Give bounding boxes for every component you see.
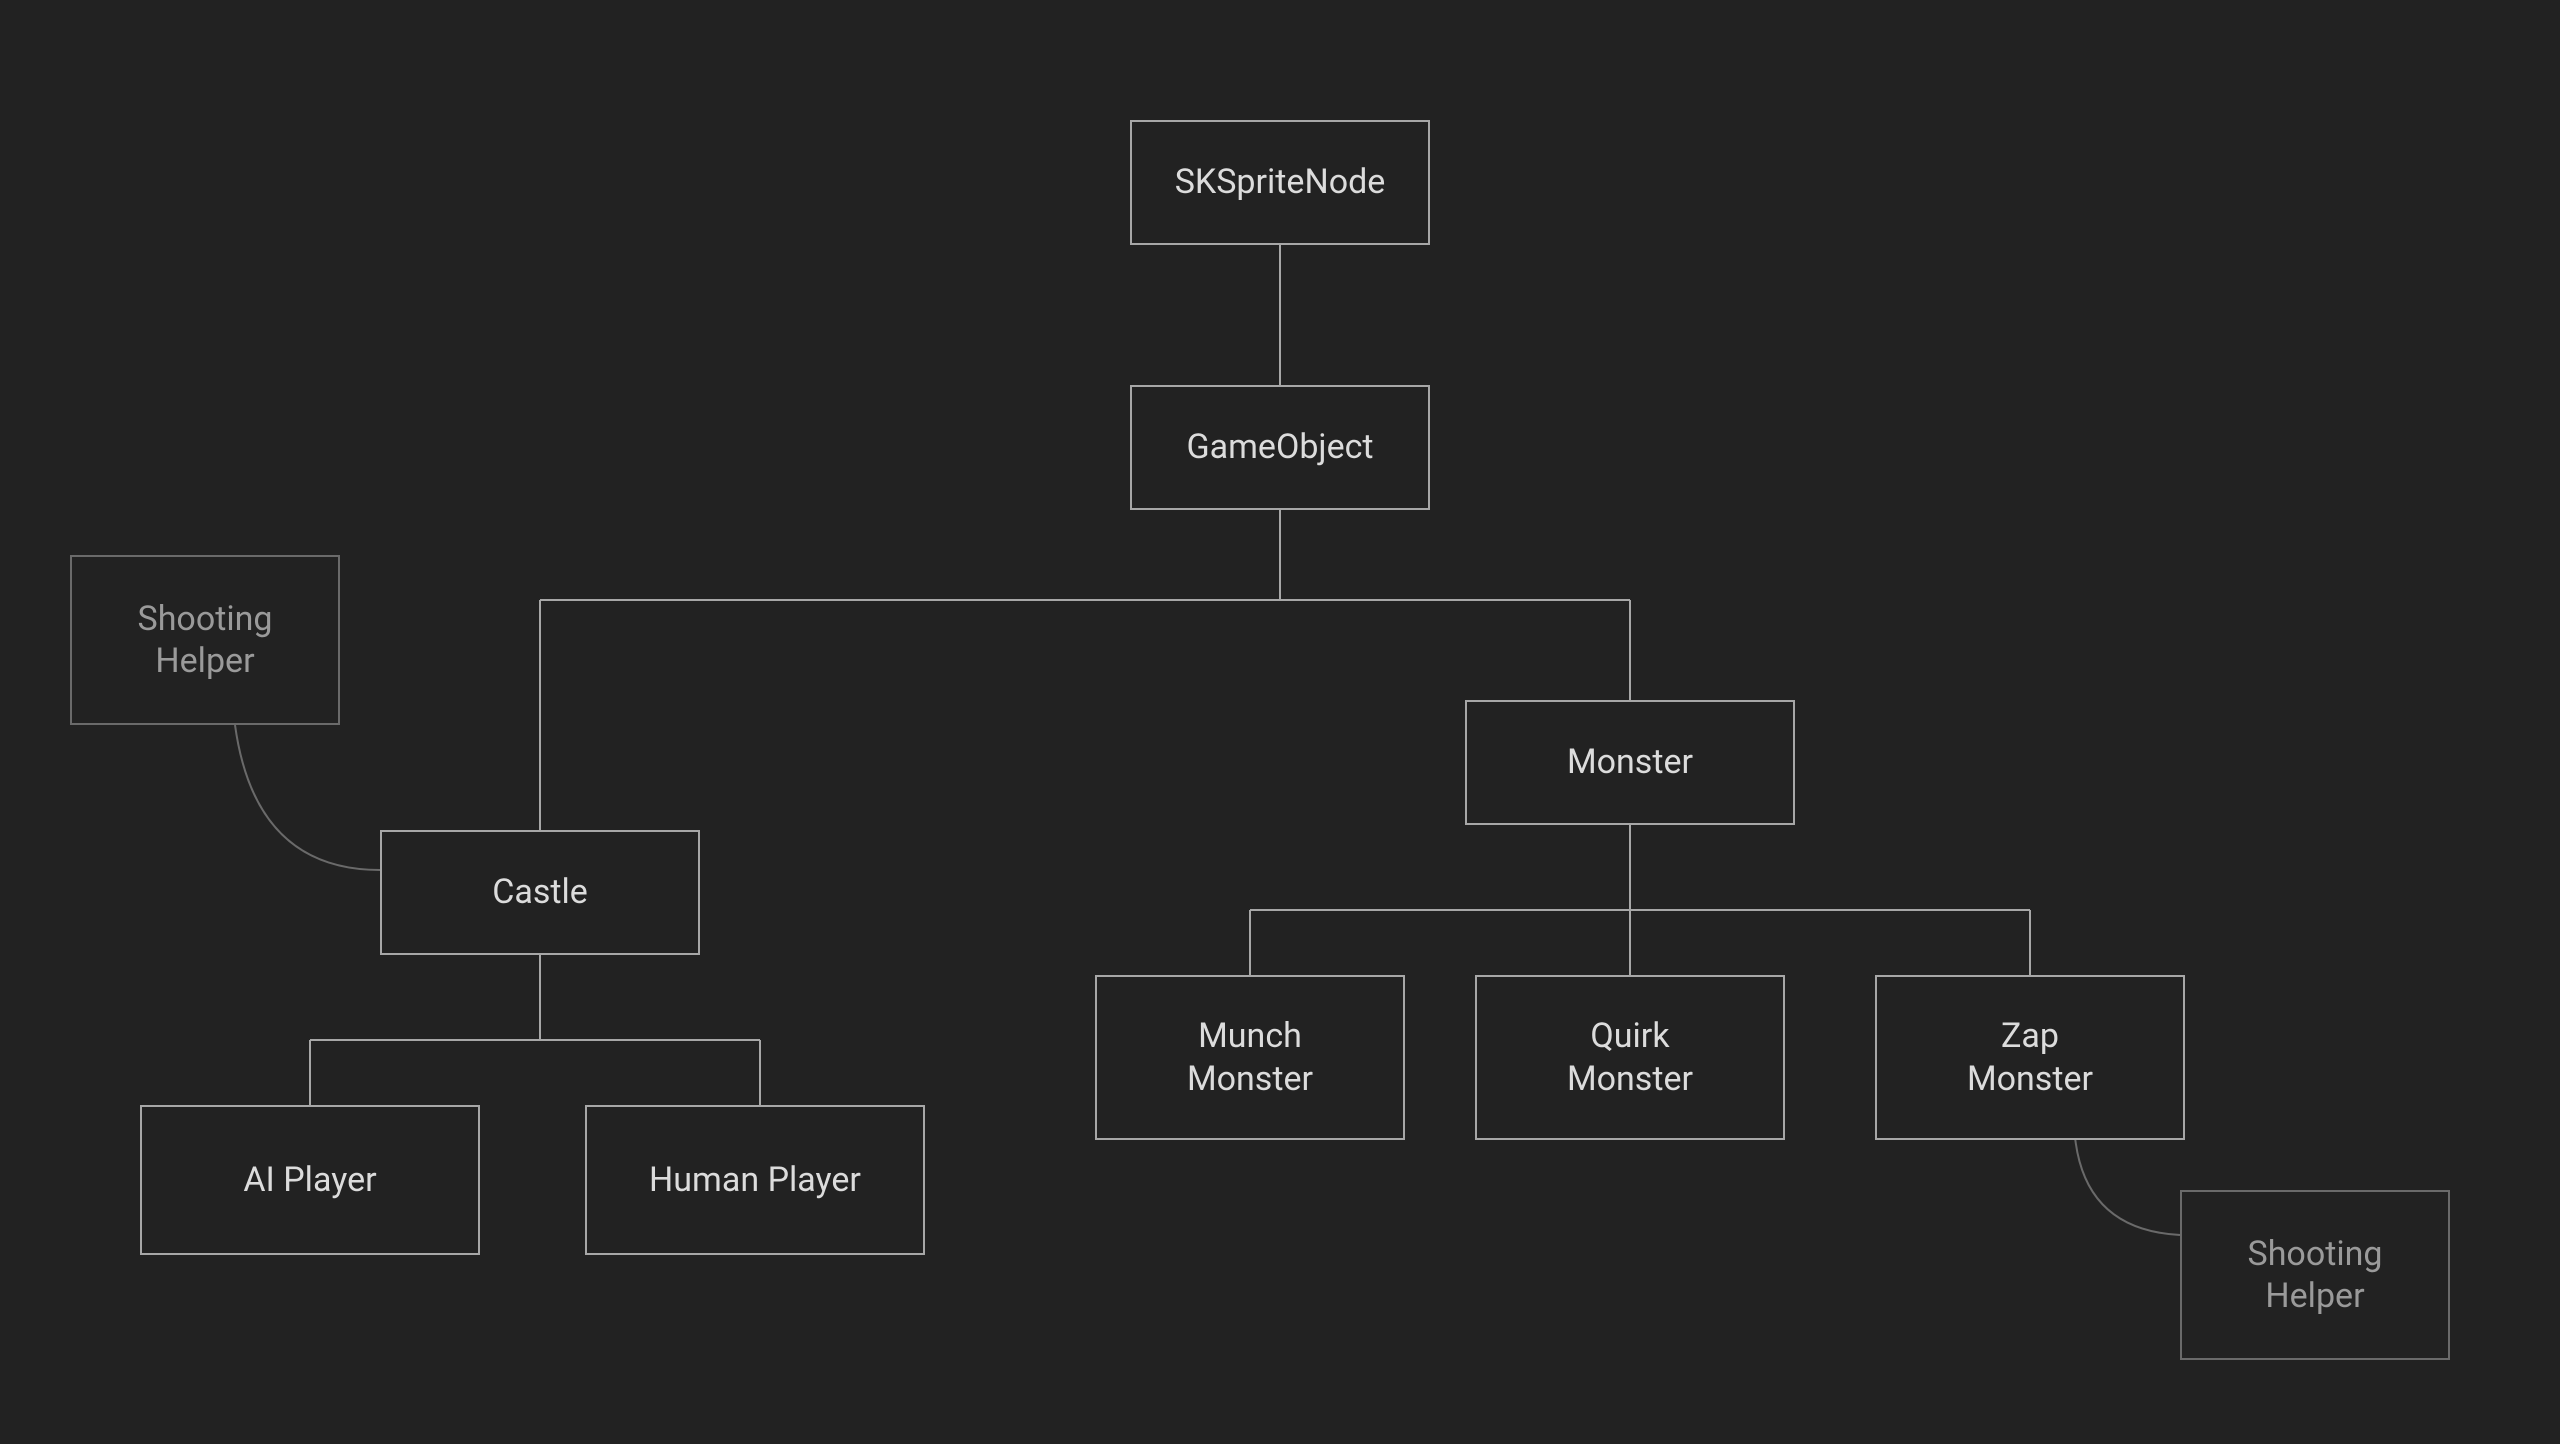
node-label: AI Player — [243, 1159, 376, 1202]
node-castle: Castle — [380, 830, 700, 955]
node-sksprite: SKSpriteNode — [1130, 120, 1430, 245]
node-human-player: Human Player — [585, 1105, 925, 1255]
node-label: Castle — [492, 871, 588, 914]
node-shooting-helper-left: ShootingHelper — [70, 555, 340, 725]
node-munch-monster: MunchMonster — [1095, 975, 1405, 1140]
node-label: MunchMonster — [1187, 1015, 1313, 1100]
node-shooting-helper-right: ShootingHelper — [2180, 1190, 2450, 1360]
edge-shooting-helper-castle — [235, 725, 380, 870]
node-quirk-monster: QuirkMonster — [1475, 975, 1785, 1140]
node-label: SKSpriteNode — [1175, 161, 1386, 204]
node-monster: Monster — [1465, 700, 1795, 825]
class-hierarchy-diagram: SKSpriteNode GameObject Castle Monster A… — [0, 0, 2560, 1444]
node-label: QuirkMonster — [1567, 1015, 1693, 1100]
edge-shooting-helper-zap — [2075, 1137, 2180, 1235]
node-label: Monster — [1567, 741, 1693, 784]
node-ai-player: AI Player — [140, 1105, 480, 1255]
node-label: ZapMonster — [1967, 1015, 2093, 1100]
node-label: GameObject — [1186, 426, 1373, 469]
node-zap-monster: ZapMonster — [1875, 975, 2185, 1140]
node-label: ShootingHelper — [2248, 1233, 2383, 1318]
node-label: ShootingHelper — [138, 598, 273, 683]
node-label: Human Player — [649, 1159, 861, 1202]
node-gameobject: GameObject — [1130, 385, 1430, 510]
